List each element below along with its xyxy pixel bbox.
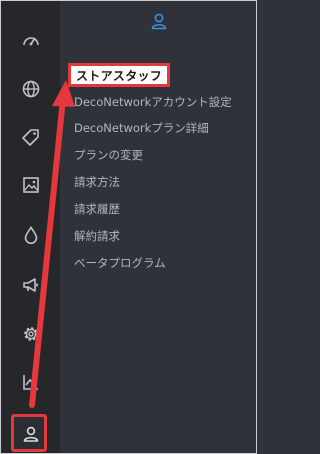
image-icon — [22, 177, 39, 193]
rail-dashboard-button[interactable] — [1, 21, 60, 61]
menu-item-change-plan[interactable]: プランの変更 — [74, 146, 143, 164]
rail-globe-button[interactable] — [1, 69, 60, 109]
rail-image-button[interactable] — [1, 165, 60, 205]
menu-item-cancel-request[interactable]: 解約請求 — [74, 227, 120, 245]
menu-item-account-settings[interactable]: DecoNetworkアカウント設定 — [74, 93, 232, 111]
sidebar-rail — [1, 1, 60, 453]
rail-user-button[interactable] — [1, 414, 60, 454]
menu-item-billing-method[interactable]: 請求方法 — [74, 173, 120, 191]
store-staff-label: ストアスタッフ — [76, 68, 163, 83]
user-icon — [23, 426, 38, 442]
settings-gear-icon — [23, 327, 38, 341]
rail-settings-button[interactable] — [1, 314, 60, 354]
rail-droplet-button[interactable] — [1, 215, 60, 255]
user-icon — [151, 13, 167, 30]
chart-icon — [22, 375, 38, 390]
rail-chart-button[interactable] — [1, 362, 60, 402]
globe-icon — [22, 80, 39, 98]
tag-icon — [21, 129, 39, 146]
store-staff-button[interactable]: ストアスタッフ — [68, 63, 171, 87]
rail-tag-button[interactable] — [1, 117, 60, 157]
panel-header-user-icon — [148, 9, 170, 33]
dashboard-icon — [22, 37, 39, 46]
rail-megaphone-button[interactable] — [1, 265, 60, 305]
droplet-icon — [24, 226, 37, 245]
menu-item-beta-program[interactable]: ベータプログラム — [74, 254, 166, 272]
menu-item-billing-history[interactable]: 請求履歴 — [74, 200, 120, 218]
menu-item-plan-details[interactable]: DecoNetworkプラン詳細 — [74, 119, 209, 137]
megaphone-icon — [22, 278, 38, 292]
account-panel: ストアスタッフ DecoNetworkアカウント設定 DecoNetworkプラ… — [60, 1, 256, 453]
